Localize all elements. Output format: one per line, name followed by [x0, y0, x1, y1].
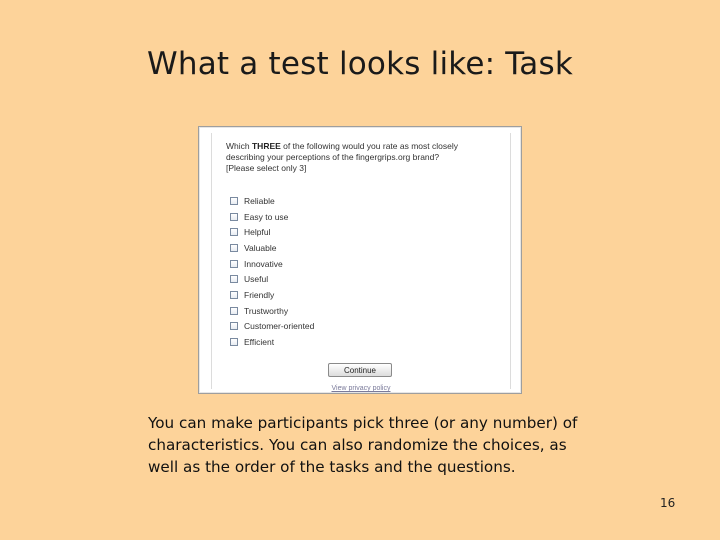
survey-screenshot: Which THREE of the following would you r…: [198, 126, 522, 394]
checkbox[interactable]: [230, 259, 238, 268]
checkbox[interactable]: [230, 228, 238, 237]
options-list: Reliable Easy to use Helpful Valuable In…: [230, 193, 314, 350]
option-useful[interactable]: Useful: [230, 271, 314, 287]
page-number: 16: [660, 496, 676, 510]
slide-description: You can make participants pick three (or…: [148, 414, 578, 476]
option-label: Innovative: [244, 258, 283, 269]
option-customer-oriented[interactable]: Customer-oriented: [230, 319, 314, 335]
option-label: Valuable: [244, 242, 277, 253]
slide-title: What a test looks like: Task: [147, 46, 573, 82]
option-helpful[interactable]: Helpful: [230, 224, 314, 240]
option-label: Trustworthy: [244, 305, 289, 316]
continue-button[interactable]: Continue: [328, 363, 392, 377]
checkbox[interactable]: [230, 290, 238, 299]
question-emphasis: THREE: [251, 141, 281, 151]
question-hint: [Please select only 3]: [226, 163, 307, 173]
checkbox[interactable]: [230, 322, 238, 331]
checkbox[interactable]: [230, 338, 238, 347]
option-label: Useful: [244, 274, 269, 285]
option-label: Customer-oriented: [244, 321, 315, 332]
option-label: Reliable: [244, 195, 275, 206]
checkbox[interactable]: [230, 212, 238, 221]
option-easy-to-use[interactable]: Easy to use: [230, 209, 314, 225]
option-label: Efficient: [244, 337, 275, 348]
checkbox[interactable]: [230, 196, 238, 205]
checkbox[interactable]: [230, 243, 238, 252]
option-friendly[interactable]: Friendly: [230, 287, 314, 303]
privacy-policy-link[interactable]: View privacy policy: [212, 385, 510, 392]
option-label: Friendly: [244, 289, 275, 300]
survey-panel: Which THREE of the following would you r…: [211, 133, 511, 392]
option-trustworthy[interactable]: Trustworthy: [230, 303, 314, 319]
option-label: Helpful: [244, 227, 271, 238]
option-label: Easy to use: [244, 211, 289, 222]
question-prefix: Which: [226, 141, 252, 151]
option-efficient[interactable]: Efficient: [230, 334, 314, 350]
checkbox[interactable]: [230, 275, 238, 284]
checkbox[interactable]: [230, 306, 238, 315]
option-valuable[interactable]: Valuable: [230, 240, 314, 256]
option-reliable[interactable]: Reliable: [230, 193, 314, 209]
option-innovative[interactable]: Innovative: [230, 256, 314, 272]
survey-question: Which THREE of the following would you r…: [226, 141, 496, 174]
